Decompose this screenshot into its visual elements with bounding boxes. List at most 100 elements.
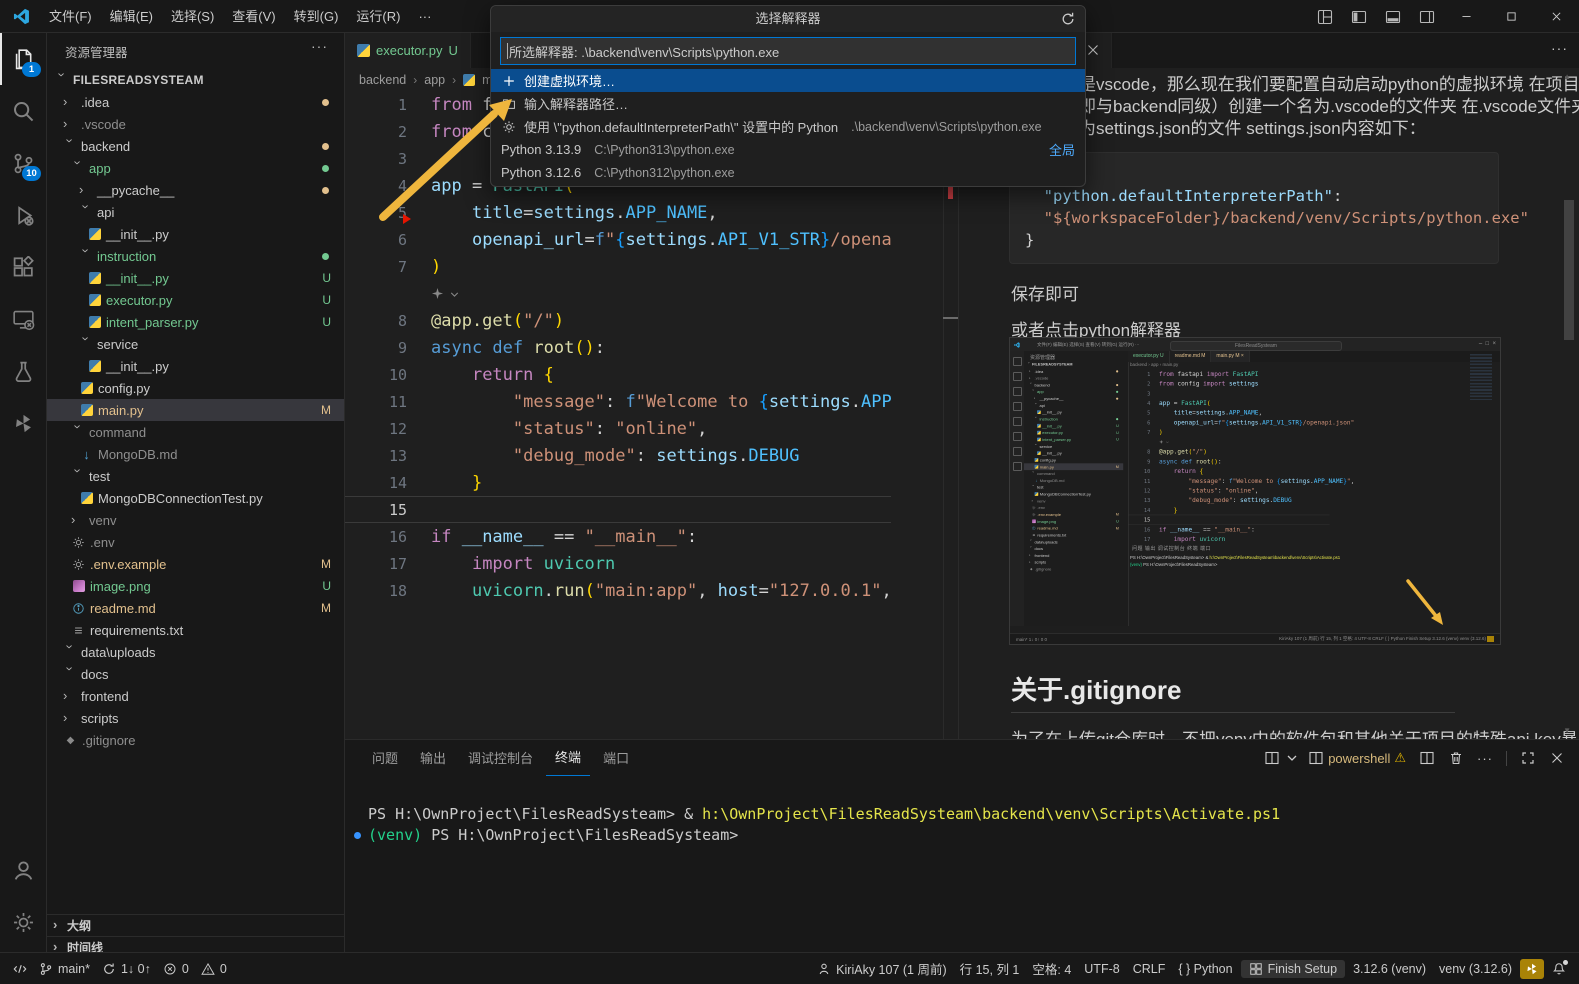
editor-group-more-icon[interactable]: ··· [1551, 40, 1568, 56]
tree-item-.vscode[interactable]: ›.vscode [47, 113, 345, 135]
settings-icon[interactable] [0, 896, 47, 948]
minimize-button[interactable] [1444, 0, 1489, 33]
code-line-18[interactable]: 18 uvicorn.run("main:app", host="127.0.0… [345, 577, 891, 604]
tree-item-app[interactable]: ›app [1024, 388, 1123, 395]
tree-item-frontend[interactable]: ›frontend [47, 685, 345, 707]
code-line-12[interactable]: 12 "status": "online", [1128, 486, 1330, 496]
timeline-section[interactable]: ›时间线 [47, 936, 345, 952]
extensions-icon[interactable] [0, 241, 47, 293]
split-terminal-dropdown[interactable] [1264, 750, 1295, 766]
tree-item-.env[interactable]: .env [1024, 504, 1123, 511]
code-line-11[interactable]: 11 "message": f"Welcome to {settings.APP… [1128, 476, 1330, 486]
tree-item-main.py[interactable]: main.pyM [1024, 463, 1123, 470]
maximize-panel-icon[interactable] [1520, 750, 1536, 766]
refresh-icon[interactable] [1060, 11, 1076, 27]
tree-item-backend[interactable]: ›backend [47, 135, 345, 157]
tree-item-intent_parser.py[interactable]: intent_parser.pyU [1024, 436, 1123, 443]
code-line-17[interactable]: 17 import uvicorn [345, 550, 891, 577]
code-line-7[interactable]: 7) [1128, 427, 1330, 437]
code-line-15[interactable]: 15 [1128, 515, 1330, 525]
code-line-10[interactable]: 10 return { [1128, 466, 1330, 476]
status--15-1[interactable]: 行 15, 列 1 [955, 959, 1025, 978]
tree-item-backend[interactable]: ›backend [1024, 381, 1123, 388]
tree-item-FILESREADSYSTEAM[interactable]: ›FILESREADSYSTEAM [47, 69, 345, 91]
explorer-icon[interactable]: 1 [0, 33, 47, 85]
code-line-9[interactable]: 9async def root(): [1128, 456, 1330, 466]
status-remote-indicator[interactable] [8, 962, 32, 976]
scroll-down-icon[interactable]: ▼ [1563, 726, 1571, 735]
more-actions-icon[interactable]: ··· [1477, 751, 1493, 766]
tree-item-readme.md[interactable]: readme.mdM [1024, 525, 1123, 532]
menu-···[interactable]: ··· [409, 9, 440, 24]
tree-item-data-uploads[interactable]: ›data\uploads [1024, 538, 1123, 545]
tree-item-.vscode[interactable]: ›.vscode [1024, 375, 1123, 382]
menu-编辑(E)[interactable]: 编辑(E) [101, 9, 162, 24]
code-line-6[interactable]: 6 openapi_url=f"{settings.API_V1_STR}/op… [1128, 418, 1330, 428]
tree-item-image.png[interactable]: image.pngU [1024, 518, 1123, 525]
status-venv-3-12-6-[interactable]: venv (3.12.6) [1434, 962, 1517, 976]
tree-item-venv[interactable]: ›venv [47, 509, 345, 531]
tree-item-__pycache__[interactable]: ›__pycache__ [1024, 395, 1123, 402]
tree-item-command[interactable]: ›command [1024, 470, 1123, 477]
tree-item-docs[interactable]: ›docs [47, 663, 345, 685]
panel-tab-调试控制台[interactable]: 调试控制台 [459, 741, 542, 776]
account-icon[interactable] [0, 844, 47, 896]
status-utf-8[interactable]: UTF-8 [1079, 962, 1124, 976]
close-panel-icon[interactable] [1549, 750, 1565, 766]
maximize-button[interactable] [1489, 0, 1534, 33]
status-kiriaky-107-1-[interactable]: KiriAky 107 (1 周前) [812, 959, 951, 978]
panel-tab-端口[interactable]: 端口 [594, 741, 638, 776]
code-line-2[interactable]: 2from config import settings [1128, 379, 1330, 389]
run-debug-icon[interactable] [0, 189, 47, 241]
status-3-12-6-venv-[interactable]: 3.12.6 (venv) [1348, 962, 1431, 976]
tree-item-__init__.py[interactable]: __init__.pyU [1024, 422, 1123, 429]
quickpick-item-1[interactable]: 输入解释器路径… [491, 92, 1085, 115]
status-1-0-[interactable]: 1↓ 0↑ [97, 962, 156, 976]
tree-item-__init__.py[interactable]: __init__.pyU [47, 267, 345, 289]
tree-item-scripts[interactable]: ›scripts [47, 707, 345, 729]
tree-item-data-uploads[interactable]: ›data\uploads [47, 641, 345, 663]
tree-item-__init__.py[interactable]: __init__.py [1024, 409, 1123, 416]
outline-section[interactable]: ›大纲 [47, 914, 345, 936]
tree-item-api[interactable]: ›api [47, 201, 345, 223]
menu-运行(R)[interactable]: 运行(R) [347, 9, 409, 24]
preview-scrollbar[interactable] [1564, 200, 1574, 340]
tree-item-__pycache__[interactable]: ›__pycache__ [47, 179, 345, 201]
tree-item-executor.py[interactable]: executor.pyU [47, 289, 345, 311]
code-line-16[interactable]: 16if __name__ == "__main__": [345, 523, 891, 550]
status-bell[interactable] [1547, 962, 1571, 976]
menu-查看(V)[interactable]: 查看(V) [223, 9, 284, 24]
tree-item-test[interactable]: ›test [47, 465, 345, 487]
sparkle-icon[interactable] [431, 287, 444, 300]
tree-item-api[interactable]: ›api [1024, 402, 1123, 409]
inline-chat-widget[interactable] [1128, 437, 1330, 447]
tree-item-service[interactable]: ›service [47, 333, 345, 355]
code-line-10[interactable]: 10 return { [345, 361, 891, 388]
code-line-13[interactable]: 13 "debug_mode": settings.DEBUG [345, 442, 891, 469]
quickpick-item-4[interactable]: Python 3.12.6C:\Python312\python.exe [491, 161, 1085, 184]
tree-item-__init__.py[interactable]: __init__.py [1024, 450, 1123, 457]
testing-icon[interactable] [0, 345, 47, 397]
status-main-[interactable]: main* [34, 962, 95, 976]
code-line-9[interactable]: 9async def root(): [345, 334, 891, 361]
tree-item-.env.example[interactable]: .env.exampleM [1024, 511, 1123, 518]
source-control-icon[interactable]: 10 [0, 137, 47, 189]
tree-item-command[interactable]: ›command [47, 421, 345, 443]
tree-item-venv[interactable]: ›venv [1024, 497, 1123, 504]
tree-item-__init__.py[interactable]: __init__.py [47, 223, 345, 245]
explorer-more-icon[interactable]: ··· [311, 38, 328, 54]
kill-terminal-icon[interactable] [1448, 750, 1464, 766]
tree-item-.env[interactable]: .env [47, 531, 345, 553]
tree-item-executor.py[interactable]: executor.pyU [1024, 429, 1123, 436]
tree-item-main.py[interactable]: main.pyM [47, 399, 345, 421]
tree-item-requirements.txt[interactable]: ≡requirements.txt [1024, 532, 1123, 539]
code-line-6[interactable]: 6 openapi_url=f"{settings.API_V1_STR}/op… [345, 226, 891, 253]
tree-item-docs[interactable]: ›docs [1024, 545, 1123, 552]
tree-item-.idea[interactable]: ›.idea [1024, 368, 1123, 375]
code-line-12[interactable]: 12 "status": "online", [345, 415, 891, 442]
tree-item-app[interactable]: ›app [47, 157, 345, 179]
tree-item-MongoDB.md[interactable]: ↓MongoDB.md [47, 443, 345, 465]
terminal-output[interactable]: PS H:\OwnProject\FilesReadSysteam> & h:\… [368, 804, 1280, 846]
code-line-17[interactable]: 17 import uvicorn [1128, 534, 1330, 543]
code-line-4[interactable]: 4app = FastAPI( [1128, 398, 1330, 408]
